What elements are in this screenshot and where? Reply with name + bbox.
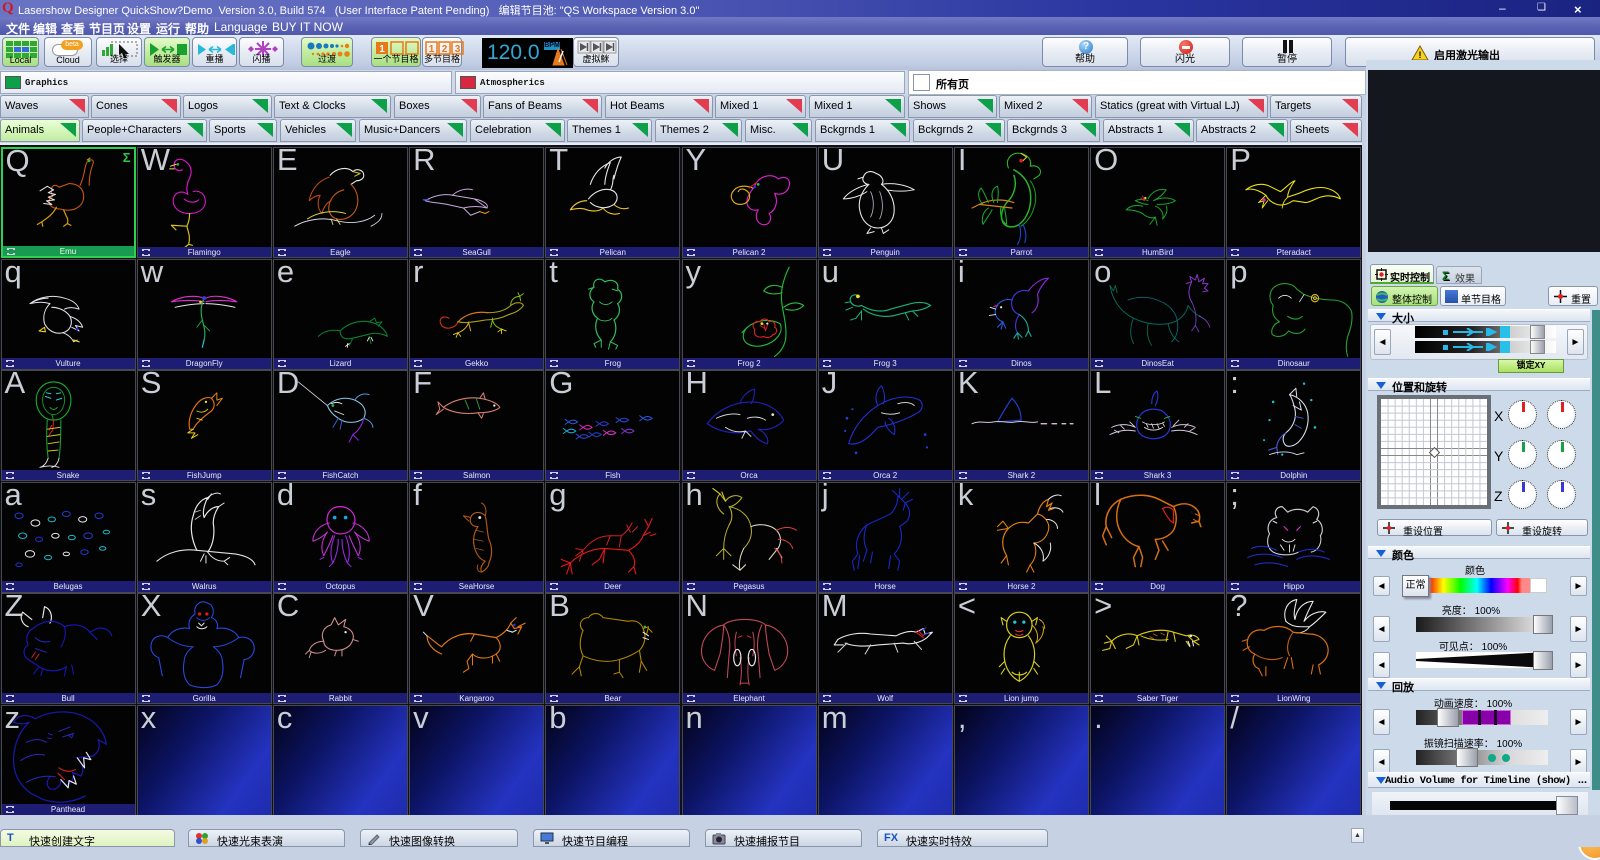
- svg-text:!: !: [1419, 50, 1422, 60]
